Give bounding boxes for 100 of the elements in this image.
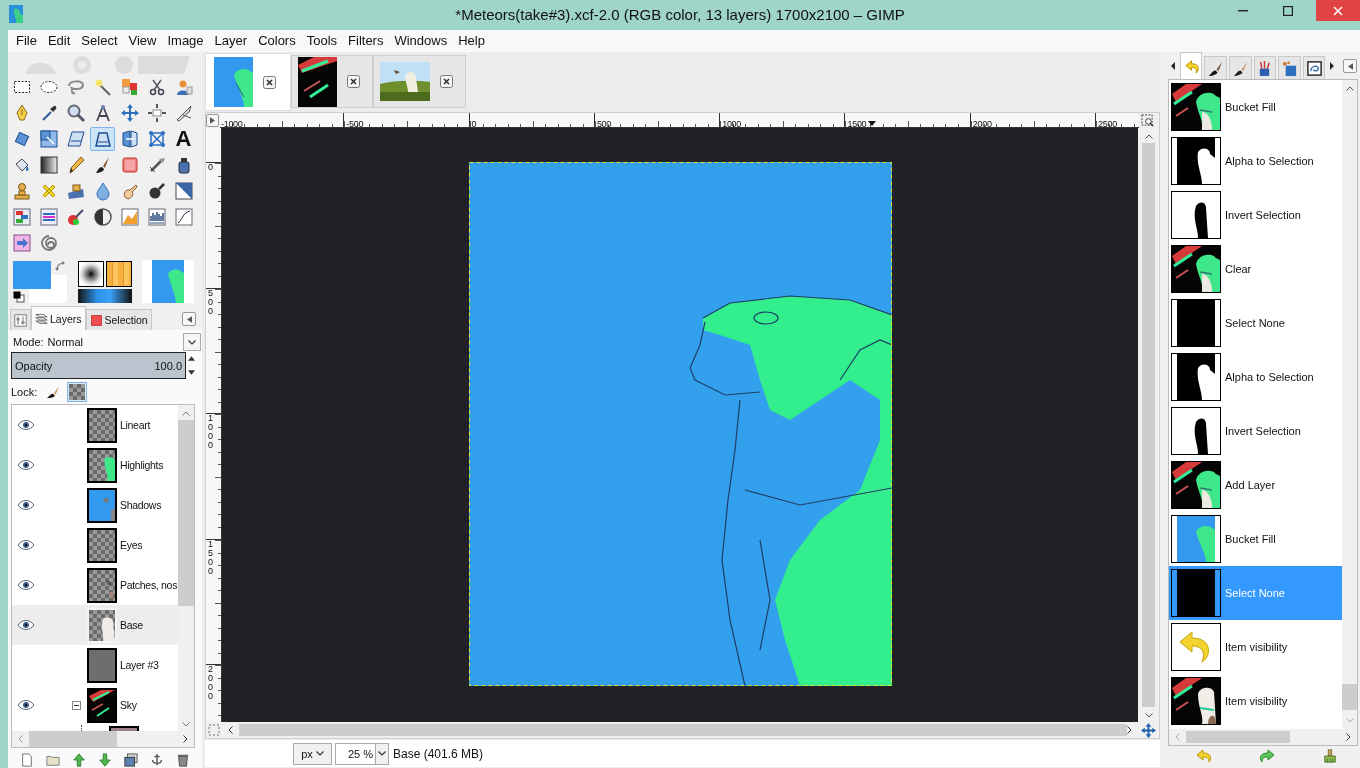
scrollbar-thumb[interactable]	[178, 420, 194, 606]
brush-icon[interactable]	[1322, 749, 1338, 763]
scroll-right-icon[interactable]	[1346, 733, 1351, 741]
menu-item[interactable]: Colors	[258, 32, 296, 50]
anchor-icon[interactable]	[150, 753, 164, 767]
layer-row[interactable]: Base	[12, 605, 178, 645]
scroll-up-icon[interactable]	[1144, 134, 1153, 139]
tool-button[interactable]: A	[171, 127, 196, 151]
eye-icon[interactable]	[17, 699, 35, 711]
menu-item[interactable]: Filters	[348, 32, 384, 50]
eye-icon[interactable]	[17, 499, 35, 511]
menu-item[interactable]: Tools	[306, 32, 338, 50]
history-item[interactable]: Item visibility	[1169, 674, 1342, 728]
unit-dropdown[interactable]: px	[293, 742, 332, 765]
scroll-up-icon[interactable]	[182, 411, 190, 416]
scrollbar-thumb[interactable]	[1142, 143, 1155, 707]
eye-icon[interactable]	[17, 579, 35, 591]
horizontal-scrollbar[interactable]	[12, 731, 194, 747]
tool-button[interactable]	[90, 127, 115, 151]
pattern-preview[interactable]	[106, 261, 132, 287]
history-item[interactable]: Clear	[1169, 242, 1342, 296]
history-item[interactable]: Add Layer	[1169, 458, 1342, 512]
history-item[interactable]: Select None	[1169, 296, 1342, 350]
history-item[interactable]: Item visibility	[1169, 620, 1342, 674]
menu-item[interactable]: Windows	[394, 32, 448, 50]
duplicate-icon[interactable]	[124, 753, 138, 767]
spin-up-icon[interactable]	[187, 356, 195, 362]
dock-menu-button[interactable]	[1343, 59, 1357, 73]
new-page-icon[interactable]	[20, 753, 34, 767]
history-item[interactable]: Invert Selection	[1169, 404, 1342, 458]
history-item[interactable]: Bucket Fill	[1169, 512, 1342, 566]
reset-colors-icon[interactable]	[13, 291, 25, 303]
scrollbar-thumb[interactable]	[1342, 684, 1357, 710]
eye-icon[interactable]	[17, 539, 35, 551]
brush-preview[interactable]	[78, 261, 104, 287]
history-item[interactable]: Bucket Fill	[1169, 80, 1342, 134]
background-color-swatch[interactable]	[13, 261, 67, 303]
image-tab[interactable]	[291, 55, 373, 108]
scroll-right-icon[interactable]	[1127, 726, 1132, 734]
dock-tab[interactable]	[1204, 56, 1228, 79]
menu-item[interactable]: Help	[458, 32, 485, 50]
scrollbar-thumb[interactable]	[29, 731, 117, 747]
zoom-fit-icon[interactable]	[1141, 114, 1154, 127]
scroll-up-icon[interactable]	[1345, 86, 1354, 91]
eye-icon[interactable]	[17, 619, 35, 631]
menu-item[interactable]: File	[16, 32, 37, 50]
ruler-menu-button[interactable]	[206, 114, 219, 127]
menu-item[interactable]: Layer	[214, 32, 248, 50]
menu-item[interactable]: Image	[167, 32, 204, 50]
redo-arrow-icon[interactable]	[1259, 749, 1275, 763]
menu-item[interactable]: View	[128, 32, 157, 50]
swap-arrows-icon[interactable]	[55, 261, 67, 273]
canvas-area[interactable]	[222, 128, 1138, 722]
vertical-scrollbar[interactable]	[1342, 80, 1357, 729]
down-arrow-icon[interactable]	[98, 753, 112, 767]
menu-item[interactable]: Edit	[47, 32, 71, 50]
close-icon[interactable]	[440, 75, 453, 88]
scrollbar-thumb[interactable]	[1186, 731, 1290, 743]
layer-row[interactable]: Highlights	[12, 445, 178, 485]
scroll-left-icon[interactable]	[228, 726, 233, 734]
gradient-preview[interactable]	[78, 289, 132, 303]
layer-row[interactable]: Layer #3	[12, 645, 178, 685]
triangle-right-icon[interactable]	[1330, 62, 1335, 70]
dock-tab[interactable]: Selection	[85, 309, 152, 330]
history-item[interactable]: Alpha to Selection	[1169, 134, 1342, 188]
scroll-down-icon[interactable]	[1144, 713, 1153, 718]
scroll-down-icon[interactable]	[182, 722, 190, 727]
foreground-color-swatch[interactable]	[13, 261, 51, 289]
mode-dropdown[interactable]: Normal	[47, 333, 201, 351]
vertical-scrollbar[interactable]	[178, 405, 194, 731]
dock-tab[interactable]	[1302, 56, 1326, 79]
triangle-left-icon[interactable]	[1171, 62, 1175, 70]
menu-item[interactable]: Select	[81, 32, 118, 50]
dock-tab[interactable]	[1229, 56, 1252, 79]
dock-menu-button[interactable]	[182, 312, 196, 326]
layer-row[interactable]: Sky	[12, 685, 178, 725]
history-item[interactable]: Invert Selection	[1169, 188, 1342, 242]
zoom-field[interactable]: 25 %	[335, 742, 389, 765]
horizontal-scrollbar[interactable]	[1169, 729, 1357, 745]
close-icon[interactable]	[347, 75, 360, 88]
navigate-arrows-icon[interactable]	[1141, 722, 1156, 738]
scroll-right-icon[interactable]	[183, 735, 188, 743]
spin-down-icon[interactable]	[187, 369, 195, 375]
layer-row[interactable]: Patches, nos	[12, 565, 178, 605]
close-icon[interactable]	[263, 75, 276, 89]
up-arrow-icon[interactable]	[72, 753, 86, 767]
layer-row[interactable]: Lineart	[12, 405, 178, 445]
eye-icon[interactable]	[17, 459, 35, 471]
opacity-slider[interactable]: Opacity 100.0	[11, 352, 186, 379]
image-preview-thumbnail[interactable]	[142, 260, 194, 303]
collapse-box-icon[interactable]	[72, 700, 81, 710]
layer-row[interactable]: Shadows	[12, 485, 178, 525]
history-item[interactable]: Alpha to Selection	[1169, 350, 1342, 404]
lock-alpha-toggle[interactable]	[67, 382, 88, 402]
layer-row[interactable]: Eyes	[12, 525, 178, 565]
eye-icon[interactable]	[17, 419, 35, 431]
dock-tab[interactable]: Layers	[31, 306, 86, 330]
folder-icon[interactable]	[46, 753, 60, 767]
scrollbar-thumb[interactable]	[239, 724, 1127, 736]
trash-icon[interactable]	[176, 753, 190, 767]
